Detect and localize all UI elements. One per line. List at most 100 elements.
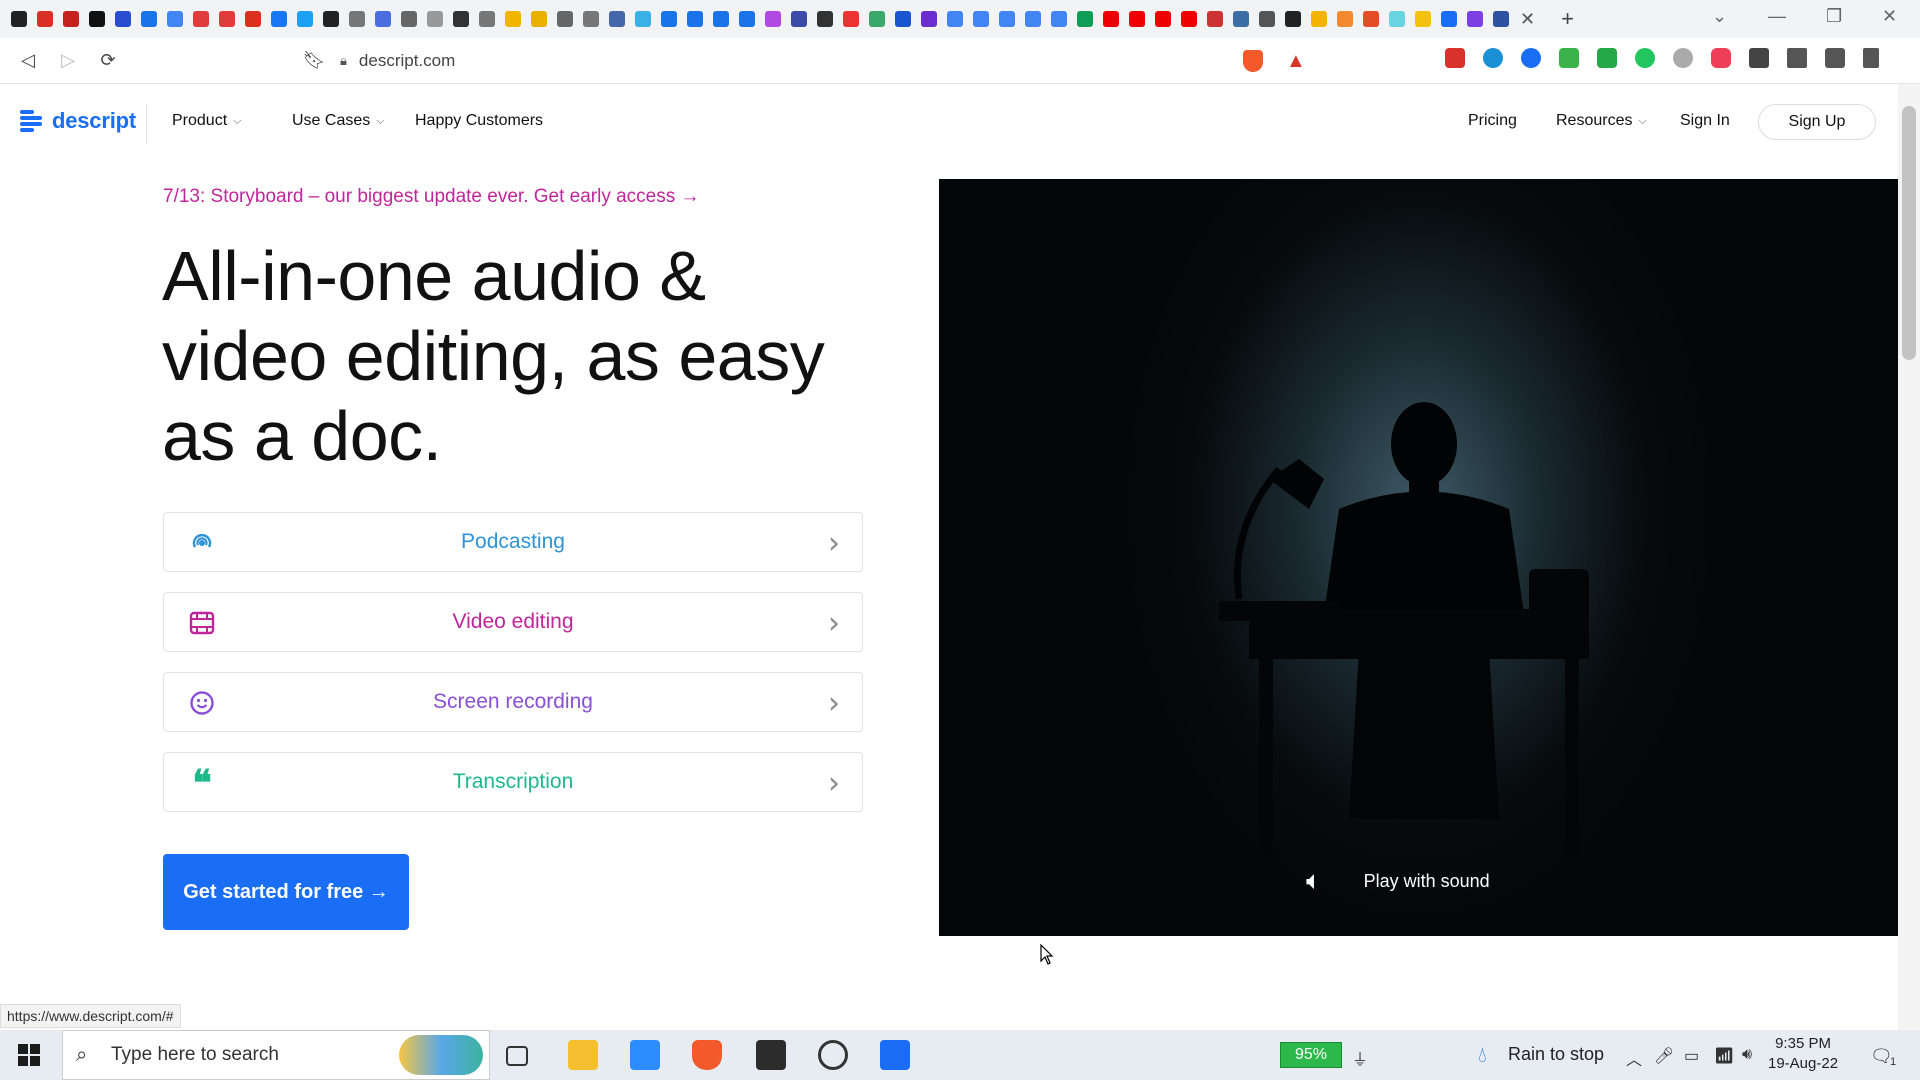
tab-favicon[interactable] — [895, 11, 911, 27]
tab-favicon[interactable] — [661, 11, 677, 27]
tab-favicon[interactable] — [635, 11, 651, 27]
wallet-icon[interactable] — [1825, 48, 1845, 68]
weather-status[interactable]: Rain to stop — [1508, 1044, 1604, 1065]
nav-use-cases[interactable]: Use Cases ⌵ — [292, 112, 385, 130]
battery-tray-icon[interactable]: ▭ — [1684, 1046, 1699, 1066]
tab-favicon[interactable] — [401, 11, 417, 27]
tab-favicon[interactable] — [947, 11, 963, 27]
nav-happy-customers[interactable]: Happy Customers — [415, 112, 543, 130]
tab-favicon[interactable] — [713, 11, 729, 27]
playlist-icon[interactable] — [1787, 48, 1807, 68]
tab-favicon[interactable] — [817, 11, 833, 27]
tab-favicon[interactable] — [1103, 11, 1119, 27]
pocket-icon[interactable] — [1711, 48, 1731, 68]
tab-favicon[interactable] — [1051, 11, 1067, 27]
close-tab-icon[interactable]: ✕ — [1520, 9, 1535, 30]
menu-icon[interactable] — [1863, 48, 1879, 68]
tab-favicon[interactable] — [1467, 11, 1483, 27]
tab-favicon[interactable] — [245, 11, 261, 27]
taskbar-search-box[interactable]: Type here to search — [62, 1030, 490, 1080]
extension-icon[interactable] — [1559, 48, 1579, 68]
tab-favicon[interactable] — [141, 11, 157, 27]
feature-transcription[interactable]: ❝ Transcription › — [163, 752, 863, 812]
tab-favicon[interactable] — [193, 11, 209, 27]
tab-search-icon[interactable]: ⌄ — [1712, 6, 1727, 27]
tab-favicon[interactable] — [1493, 11, 1509, 27]
nav-product[interactable]: Product ⌵ — [172, 112, 241, 130]
feature-podcasting[interactable]: Podcasting › — [163, 512, 863, 572]
sticky-notes-icon[interactable] — [756, 1040, 786, 1070]
tab-favicon[interactable] — [297, 11, 313, 27]
tab-favicon[interactable] — [323, 11, 339, 27]
address-bar[interactable]: 🔒︎ descript.com — [340, 46, 1230, 76]
tab-favicon[interactable] — [37, 11, 53, 27]
tab-favicon[interactable] — [531, 11, 547, 27]
tab-favicon[interactable] — [921, 11, 937, 27]
tab-favicon[interactable] — [63, 11, 79, 27]
back-icon[interactable]: ◁ — [8, 50, 48, 71]
tab-favicon[interactable] — [1337, 11, 1353, 27]
tab-favicon[interactable] — [1441, 11, 1457, 27]
extension-icon[interactable] — [1635, 48, 1655, 68]
wifi-icon[interactable]: 📶︎ — [1714, 1046, 1734, 1066]
extension-icon[interactable] — [1483, 48, 1503, 68]
tab-favicon[interactable] — [557, 11, 573, 27]
get-started-button[interactable]: Get started for free → — [163, 854, 409, 930]
windows-start-icon[interactable] — [18, 1044, 40, 1066]
puzzle-icon[interactable] — [1749, 48, 1769, 68]
bookmark-icon[interactable]: 🔖︎ — [294, 50, 334, 71]
tab-favicon[interactable] — [167, 11, 183, 27]
announcement-link[interactable]: 7/13: Storyboard – our biggest update ev… — [163, 186, 700, 208]
task-view-icon[interactable] — [506, 1046, 528, 1066]
tab-favicon[interactable] — [1233, 11, 1249, 27]
chevron-up-icon[interactable]: ︿ — [1626, 1046, 1642, 1070]
tab-favicon[interactable] — [609, 11, 625, 27]
tab-favicon[interactable] — [1285, 11, 1301, 27]
nav-resources[interactable]: Resources ⌵ — [1556, 112, 1647, 130]
minimize-icon[interactable]: — — [1768, 6, 1786, 27]
tab-favicon[interactable] — [1207, 11, 1223, 27]
sign-up-button[interactable]: Sign Up — [1758, 104, 1876, 140]
brave-app-icon[interactable] — [692, 1040, 722, 1070]
tab-favicon[interactable] — [505, 11, 521, 27]
tab-favicon[interactable] — [583, 11, 599, 27]
zoom-app-icon[interactable] — [630, 1040, 660, 1070]
tab-favicon[interactable] — [1025, 11, 1041, 27]
battery-indicator[interactable]: 95% — [1280, 1042, 1342, 1068]
file-explorer-icon[interactable] — [568, 1040, 598, 1070]
scrollbar-thumb[interactable] — [1902, 106, 1916, 360]
tab-favicon[interactable] — [1415, 11, 1431, 27]
window-close-icon[interactable]: ✕ — [1882, 6, 1897, 27]
tab-favicon[interactable] — [687, 11, 703, 27]
clock-app-icon[interactable] — [818, 1040, 848, 1070]
feature-screen-recording[interactable]: Screen recording › — [163, 672, 863, 732]
tab-favicon[interactable] — [791, 11, 807, 27]
tab-favicon[interactable] — [869, 11, 885, 27]
tab-favicon[interactable] — [739, 11, 755, 27]
tab-favicon[interactable] — [1181, 11, 1197, 27]
forward-icon[interactable]: ▷ — [48, 50, 88, 71]
tab-favicon[interactable] — [453, 11, 469, 27]
tab-favicon[interactable] — [1155, 11, 1171, 27]
microphone-icon[interactable]: 🎤︎ — [1654, 1046, 1674, 1066]
tab-favicon[interactable] — [11, 11, 27, 27]
tab-favicon[interactable] — [115, 11, 131, 27]
tab-favicon[interactable] — [1259, 11, 1275, 27]
new-tab-button[interactable]: + — [1561, 6, 1574, 32]
speaker-icon[interactable]: 🔈︎ — [1306, 866, 1322, 897]
feature-video-editing[interactable]: Video editing › — [163, 592, 863, 652]
volume-icon[interactable]: 🔊︎ — [1742, 1046, 1752, 1064]
tab-favicon[interactable] — [1389, 11, 1405, 27]
tab-favicon[interactable] — [271, 11, 287, 27]
tab-favicon[interactable] — [1077, 11, 1093, 27]
video-play-overlay[interactable]: 🔈︎ Play with sound — [1306, 866, 1490, 897]
tab-favicon[interactable] — [765, 11, 781, 27]
descript-app-icon[interactable] — [880, 1040, 910, 1070]
tab-favicon[interactable] — [999, 11, 1015, 27]
tab-favicon[interactable] — [349, 11, 365, 27]
brave-shield-icon[interactable] — [1243, 50, 1263, 72]
tab-favicon[interactable] — [89, 11, 105, 27]
hero-video[interactable]: 🔈︎ Play with sound — [939, 179, 1899, 936]
tab-favicon[interactable] — [219, 11, 235, 27]
extension-icon[interactable] — [1673, 48, 1693, 68]
